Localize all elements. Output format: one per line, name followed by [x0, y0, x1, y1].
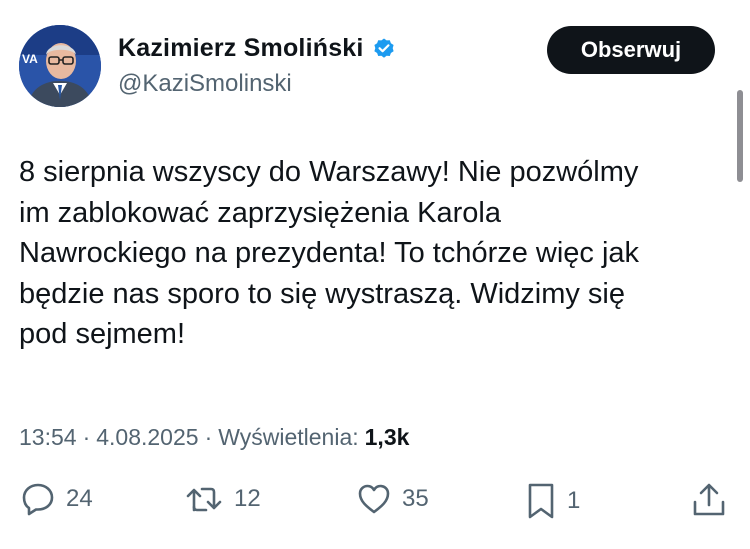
avatar[interactable]: VA: [19, 25, 101, 107]
meta-separator: ·: [204, 424, 213, 450]
tweet-actions: 24 12 35 1: [0, 481, 750, 531]
scrollbar-thumb[interactable]: [737, 90, 743, 182]
author-handle[interactable]: @KaziSmolinski: [118, 70, 292, 98]
avatar-photo: VA: [19, 25, 101, 107]
follow-button[interactable]: Obserwuj: [547, 26, 715, 74]
repost-button[interactable]: 12: [184, 481, 261, 517]
author-name-row: Kazimierz Smoliński: [118, 34, 396, 63]
tweet-meta: 13:54 · 4.08.2025 · Wyświetlenia: 1,3k: [19, 424, 409, 451]
tweet-date[interactable]: 4.08.2025: [96, 424, 198, 451]
share-icon: [690, 481, 728, 519]
reply-count: 24: [66, 485, 93, 512]
tweet-time[interactable]: 13:54: [19, 424, 77, 451]
bookmark-button[interactable]: 1: [525, 481, 580, 521]
like-icon: [356, 481, 392, 517]
repost-count: 12: [234, 485, 261, 512]
share-button[interactable]: [690, 481, 728, 519]
author-name[interactable]: Kazimierz Smoliński: [118, 34, 364, 63]
reply-button[interactable]: 24: [20, 481, 93, 517]
bookmark-count: 1: [567, 487, 581, 514]
tweet-text: 8 sierpnia wszyscy do Warszawy! Nie pozw…: [19, 156, 640, 350]
verified-badge-icon: [372, 37, 396, 61]
like-count: 35: [402, 485, 429, 512]
views-count: 1,3k: [364, 424, 410, 450]
repost-icon: [184, 481, 224, 517]
views-label: Wyświetlenia:: [218, 424, 359, 450]
like-button[interactable]: 35: [356, 481, 429, 517]
reply-icon: [20, 481, 56, 517]
avatar-backdrop-text: VA: [22, 52, 38, 66]
meta-separator: ·: [82, 424, 91, 450]
bookmark-icon: [525, 481, 557, 521]
